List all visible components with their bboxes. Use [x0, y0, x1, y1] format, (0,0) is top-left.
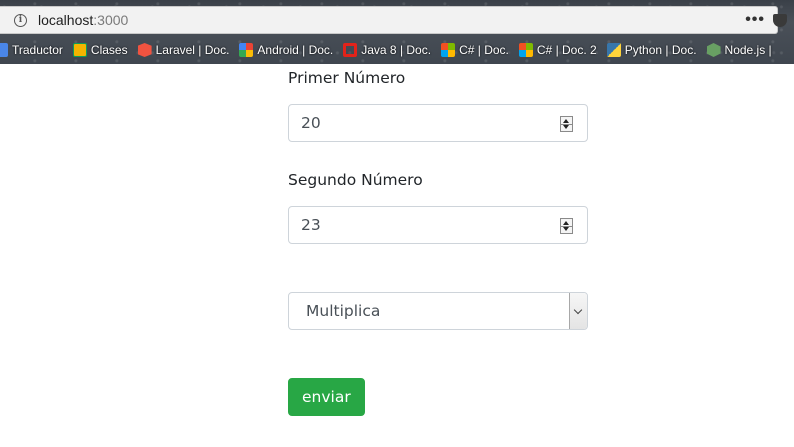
page-actions-menu-icon[interactable]: ••• [745, 11, 765, 29]
bookmark-label: C# | Doc. [459, 43, 509, 57]
bookmark-label: Android | Doc. [257, 43, 334, 57]
second-number-value: 23 [301, 216, 321, 234]
submit-button[interactable]: enviar [288, 378, 365, 416]
pocket-icon[interactable] [773, 14, 787, 27]
bookmark-csharp-2[interactable]: C# | Doc. 2 [518, 43, 597, 57]
bookmark-csharp[interactable]: C# | Doc. [441, 43, 509, 57]
oracle-icon [343, 43, 358, 57]
bookmark-label: Python | Doc. [624, 43, 697, 57]
bookmarks-toolbar: Traductor Clases Laravel | Doc. Android … [0, 38, 794, 62]
bookmark-python[interactable]: Python | Doc. [606, 43, 697, 57]
increment-arrow-icon[interactable] [563, 221, 569, 225]
bookmark-clases[interactable]: Clases [72, 43, 128, 57]
url-port: :3000 [93, 12, 129, 28]
nodejs-icon [706, 43, 721, 57]
bookmark-label: Node.js | [724, 43, 772, 57]
translate-icon [0, 43, 8, 57]
bookmark-label: C# | Doc. 2 [536, 43, 597, 57]
chevron-down-icon[interactable] [569, 293, 587, 329]
bookmark-label: Clases [90, 43, 128, 57]
bookmark-label: Java 8 | Doc. [361, 43, 432, 57]
first-number-value: 20 [301, 114, 321, 132]
microsoft-icon [441, 43, 456, 57]
microsoft-icon [518, 43, 533, 57]
bookmark-traductor[interactable]: Traductor [0, 43, 63, 57]
decrement-arrow-icon[interactable] [563, 125, 569, 129]
operation-selected-value: Multiplica [306, 302, 381, 320]
classroom-icon [72, 43, 87, 57]
bookmark-android[interactable]: Android | Doc. [239, 43, 333, 57]
bookmark-nodejs[interactable]: Node.js | [706, 43, 772, 57]
bookmark-label: Laravel | Doc. [155, 43, 230, 57]
first-number-label: Primer Número [288, 69, 406, 87]
first-number-input[interactable]: 20 [288, 104, 588, 142]
bookmark-label: Traductor [12, 43, 63, 57]
bookmark-laravel[interactable]: Laravel | Doc. [137, 43, 230, 57]
info-icon[interactable]: i [14, 13, 27, 27]
increment-arrow-icon[interactable] [563, 119, 569, 123]
operation-select[interactable]: Multiplica [288, 292, 588, 330]
browser-chrome: i localhost:3000 ••• Traductor Clases La… [0, 0, 794, 64]
address-bar[interactable]: i localhost:3000 ••• [0, 6, 787, 34]
second-number-input[interactable]: 23 [288, 206, 588, 244]
url-host: localhost [38, 12, 94, 28]
first-number-spinner[interactable] [560, 116, 573, 132]
laravel-icon [137, 43, 152, 57]
python-icon [606, 43, 621, 57]
decrement-arrow-icon[interactable] [563, 227, 569, 231]
second-number-label: Segundo Número [288, 171, 423, 189]
bookmark-java[interactable]: Java 8 | Doc. [343, 43, 431, 57]
second-number-spinner[interactable] [560, 218, 573, 234]
google-icon [239, 43, 254, 57]
